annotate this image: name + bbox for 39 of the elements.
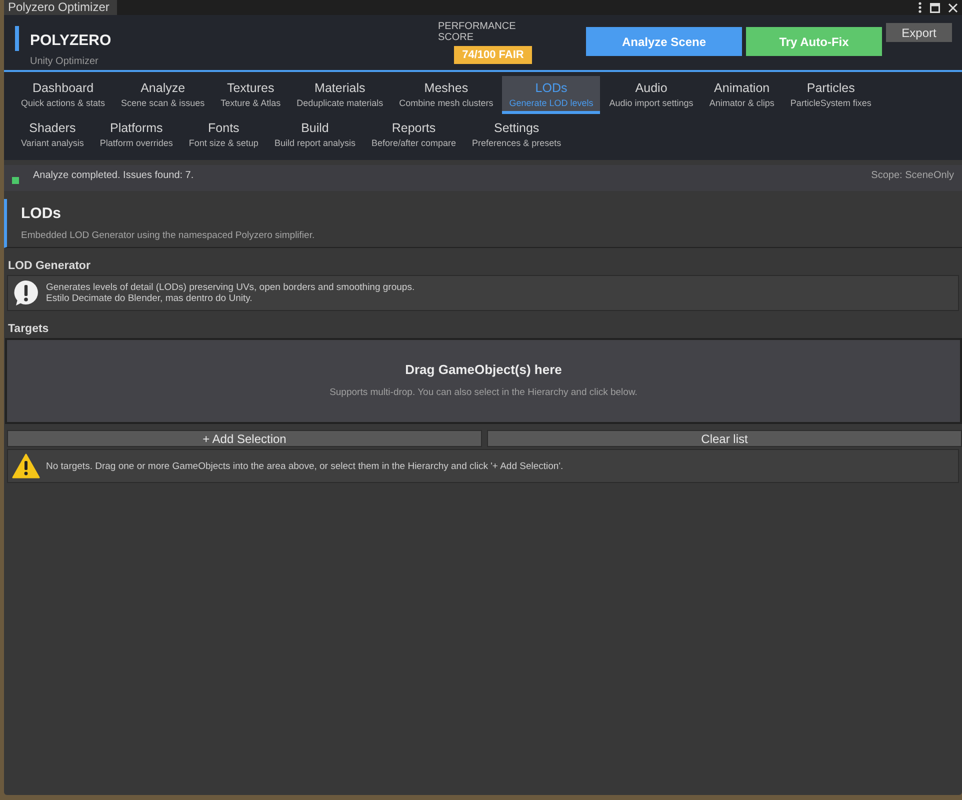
tab[interactable]: Shaders Variant analysis [14, 116, 91, 154]
drop-zone-title: Drag GameObject(s) here [405, 362, 562, 377]
tab[interactable]: Materials Deduplicate materials [290, 76, 390, 114]
help-text: No targets. Drag one or more GameObjects into the area above, or select them in the Hierarchy and click '+ Add Selection'. [46, 460, 564, 472]
tab[interactable]: Animation Animator & clips [702, 76, 782, 114]
help-text: Generates levels of detail (LODs) preserving UVs, open borders and smoothing groups. [46, 282, 415, 293]
brand-subtitle: Unity Optimizer [30, 56, 100, 66]
window-title[interactable]: Polyzero Optimizer [4, 0, 118, 15]
drop-zone[interactable]: Drag GameObject(s) here Supports multi-drop. You can also select in the Hierarchy and click below. [5, 338, 962, 424]
list-button[interactable]: Clear list [487, 430, 962, 447]
tab[interactable]: Particles ParticleSystem fixes [783, 76, 878, 114]
section-heading: LOD Generator [7, 259, 92, 274]
tab[interactable]: Meshes Combine mesh clusters [392, 76, 500, 114]
score-badge: 74/100 FAIR [454, 46, 532, 64]
score-label: PERFORMANCE SCORE [438, 21, 517, 43]
tab[interactable]: Textures Texture & Atlas [214, 76, 288, 114]
drop-zone-hint: Supports multi-drop. You can also select in the Hierarchy and click below. [330, 387, 638, 398]
tab[interactable]: Audio Audio import settings [602, 76, 700, 114]
close-icon[interactable] [948, 2, 958, 12]
tab[interactable]: Analyze Scene scan & issues [114, 76, 212, 114]
scope-label: Scope: SceneOnly [871, 170, 954, 180]
help-text: Estilo Decimate do Blender, mas dentro do Unity. [46, 293, 254, 304]
info-icon [12, 279, 40, 307]
tab[interactable]: Settings Preferences & presets [465, 116, 568, 154]
list-button[interactable]: + Add Selection [7, 430, 482, 447]
brand-name: POLYZERO [30, 32, 112, 48]
tab[interactable]: Platforms Platform overrides [92, 116, 180, 154]
page-title: LODs [21, 205, 62, 222]
warning-icon [12, 453, 40, 479]
header-button[interactable]: Export [886, 23, 952, 42]
maximize-icon[interactable] [930, 2, 940, 12]
tab[interactable]: Fonts Font size & setup [182, 116, 266, 154]
tab[interactable]: Build Build report analysis [267, 116, 362, 154]
section-heading: Targets [7, 322, 50, 337]
tab[interactable]: Dashboard Quick actions & stats [14, 76, 112, 114]
page-description: Embedded LOD Generator using the namespaced Polyzero simplifier. [21, 230, 316, 241]
status-message: Analyze completed. Issues found: 7. [33, 170, 195, 180]
tab[interactable]: Reports Before/after compare [364, 116, 464, 154]
more-icon[interactable] [918, 2, 922, 13]
